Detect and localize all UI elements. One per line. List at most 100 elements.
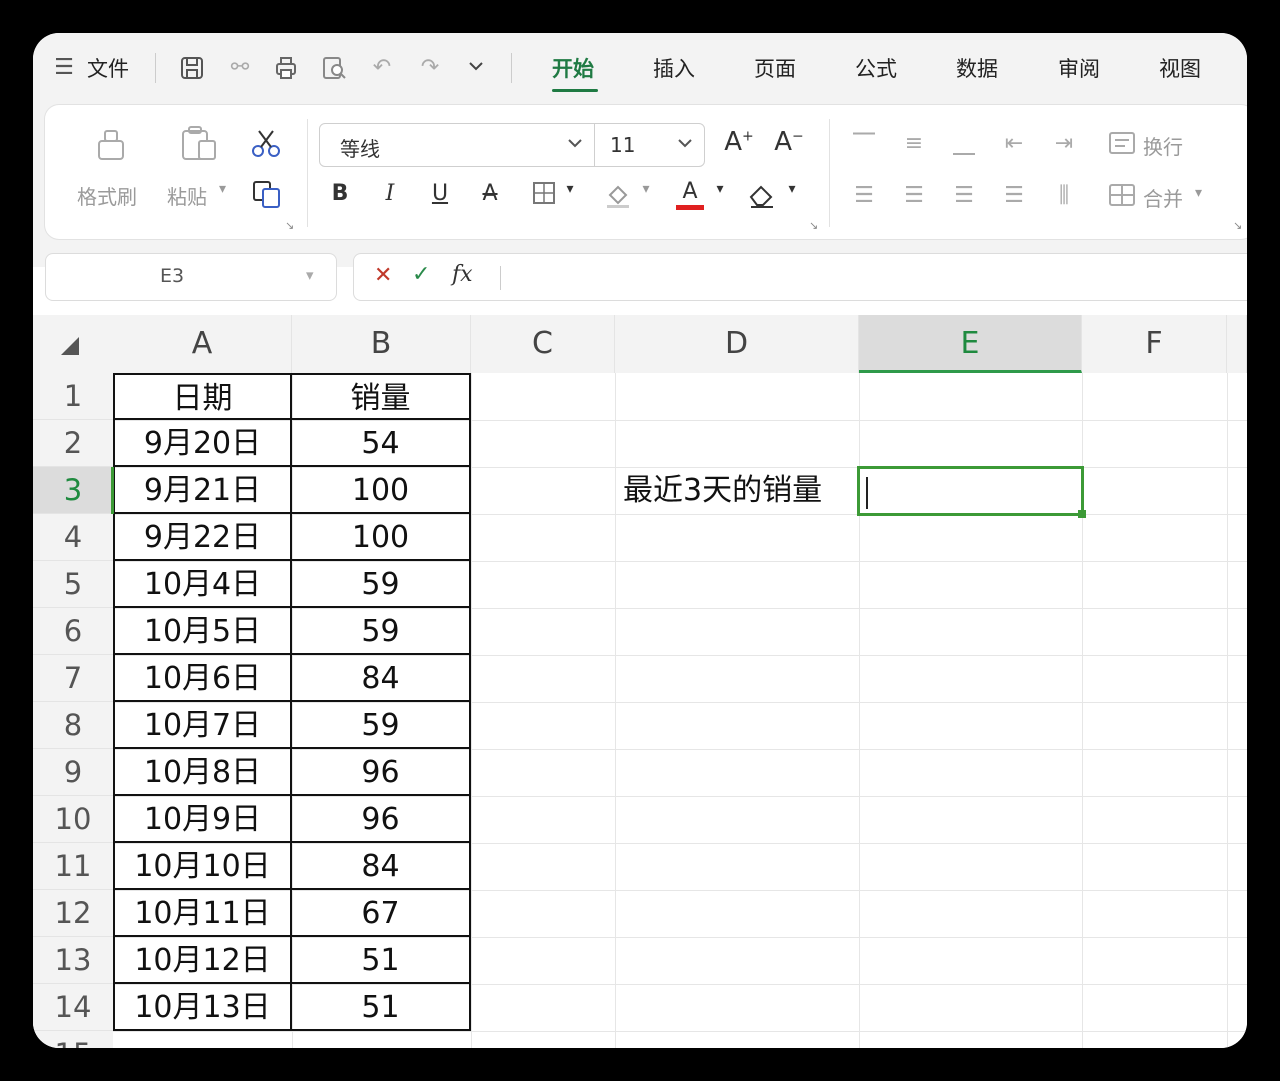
table-cell[interactable]: 100: [292, 467, 471, 514]
row-header-15[interactable]: 15: [33, 1031, 113, 1048]
format-painter-icon[interactable]: [91, 127, 131, 169]
format-painter-button[interactable]: 格式刷: [77, 181, 137, 210]
chevron-down-icon[interactable]: ▾: [705, 181, 735, 197]
font-color-icon[interactable]: A: [675, 181, 705, 210]
cancel-icon[interactable]: ✕: [374, 263, 392, 288]
sheet-grid[interactable]: ABCDEF123456789101112131415日期销量9月20日549月…: [33, 315, 1247, 1048]
column-header-b[interactable]: B: [292, 315, 471, 373]
merge-button[interactable]: 合并: [1143, 183, 1183, 212]
chevron-down-icon[interactable]: ▾: [555, 181, 585, 197]
table-header-cell[interactable]: 销量: [292, 373, 471, 420]
column-header-d[interactable]: D: [615, 315, 859, 373]
row-header-13[interactable]: 13: [33, 937, 113, 984]
table-cell[interactable]: 10月5日: [113, 608, 292, 655]
wrap-text-button[interactable]: 换行: [1143, 131, 1183, 160]
italic-icon[interactable]: I: [375, 181, 405, 206]
row-header-12[interactable]: 12: [33, 890, 113, 937]
tab-page[interactable]: 页面: [754, 53, 796, 83]
table-cell[interactable]: 9月20日: [113, 420, 292, 467]
align-left-icon[interactable]: ☰: [849, 183, 879, 208]
increase-font-icon[interactable]: A+: [721, 127, 757, 157]
confirm-icon[interactable]: ✓: [412, 262, 430, 287]
chevron-down-icon[interactable]: ▾: [1195, 185, 1202, 201]
align-middle-icon[interactable]: ≡: [899, 131, 929, 156]
font-settings-icon[interactable]: ↘: [809, 219, 818, 232]
chevron-down-icon[interactable]: [566, 134, 584, 156]
merge-cells-icon[interactable]: [1105, 181, 1139, 215]
table-cell[interactable]: 10月13日: [113, 984, 292, 1031]
column-header-a[interactable]: A: [113, 315, 292, 373]
table-cell[interactable]: 9月21日: [113, 467, 292, 514]
tab-insert[interactable]: 插入: [653, 53, 695, 83]
table-cell[interactable]: 84: [292, 843, 471, 890]
menu-icon[interactable]: ☰: [51, 55, 77, 81]
clipboard-settings-icon[interactable]: ↘: [285, 219, 294, 232]
table-cell[interactable]: 10月6日: [113, 655, 292, 702]
tab-formula[interactable]: 公式: [855, 53, 897, 83]
table-cell[interactable]: 84: [292, 655, 471, 702]
chevron-down-icon[interactable]: ▾: [631, 181, 661, 197]
copy-icon[interactable]: [251, 179, 285, 217]
column-header-next[interactable]: [1227, 315, 1247, 373]
table-cell[interactable]: 54: [292, 420, 471, 467]
row-header-5[interactable]: 5: [33, 561, 113, 608]
increase-indent-icon[interactable]: ⇥: [1049, 131, 1079, 156]
alignment-settings-icon[interactable]: ↘: [1233, 219, 1242, 232]
scissors-icon[interactable]: [249, 129, 283, 165]
align-right-icon[interactable]: ☰: [949, 183, 979, 208]
tab-data[interactable]: 数据: [956, 53, 998, 83]
underline-icon[interactable]: U: [425, 181, 455, 206]
table-cell[interactable]: 59: [292, 561, 471, 608]
save-icon[interactable]: [179, 55, 205, 81]
chevron-down-icon[interactable]: ▾: [777, 181, 807, 197]
decrease-indent-icon[interactable]: ⇤: [999, 131, 1029, 156]
align-center-icon[interactable]: ☰: [899, 183, 929, 208]
fill-handle[interactable]: [1078, 510, 1086, 518]
row-header-3[interactable]: 3: [33, 467, 113, 514]
table-cell[interactable]: 9月22日: [113, 514, 292, 561]
print-icon[interactable]: [273, 55, 299, 81]
chevron-down-icon[interactable]: [676, 134, 694, 156]
table-header-cell[interactable]: 日期: [113, 373, 292, 420]
column-header-f[interactable]: F: [1082, 315, 1227, 373]
table-cell[interactable]: 10月7日: [113, 702, 292, 749]
paste-button[interactable]: 粘贴: [167, 181, 207, 210]
row-header-8[interactable]: 8: [33, 702, 113, 749]
table-cell[interactable]: 10月4日: [113, 561, 292, 608]
align-bottom-icon[interactable]: ⎽: [949, 131, 979, 156]
function-icon[interactable]: fx: [452, 262, 473, 287]
table-cell[interactable]: 100: [292, 514, 471, 561]
print-preview-icon[interactable]: [321, 55, 347, 81]
wrap-text-icon[interactable]: [1105, 129, 1139, 163]
cell-d3-label[interactable]: 最近3天的销量: [623, 467, 822, 514]
row-header-7[interactable]: 7: [33, 655, 113, 702]
link-icon[interactable]: ⚯: [227, 55, 253, 81]
chevron-down-icon[interactable]: [463, 55, 489, 81]
table-cell[interactable]: 10月8日: [113, 749, 292, 796]
row-header-6[interactable]: 6: [33, 608, 113, 655]
tab-review[interactable]: 审阅: [1058, 53, 1100, 83]
select-all-corner[interactable]: [33, 315, 113, 373]
row-header-14[interactable]: 14: [33, 984, 113, 1031]
table-cell[interactable]: 10月9日: [113, 796, 292, 843]
row-header-10[interactable]: 10: [33, 796, 113, 843]
tab-view[interactable]: 视图: [1159, 53, 1201, 83]
chevron-down-icon[interactable]: ▾: [306, 266, 314, 284]
fill-color-icon[interactable]: [603, 181, 633, 215]
redo-icon[interactable]: ↷: [417, 55, 443, 81]
decrease-font-icon[interactable]: A−: [771, 127, 807, 157]
eraser-icon[interactable]: [747, 181, 777, 215]
table-cell[interactable]: 51: [292, 984, 471, 1031]
table-cell[interactable]: 96: [292, 749, 471, 796]
align-top-icon[interactable]: ⎺: [849, 131, 879, 156]
active-cell-e3[interactable]: [857, 466, 1084, 516]
table-cell[interactable]: 96: [292, 796, 471, 843]
distribute-icon[interactable]: ⫼: [1049, 183, 1079, 208]
row-header-11[interactable]: 11: [33, 843, 113, 890]
justify-icon[interactable]: ☰: [999, 183, 1029, 208]
column-header-c[interactable]: C: [471, 315, 615, 373]
file-menu[interactable]: 文件: [87, 53, 129, 83]
table-cell[interactable]: 51: [292, 937, 471, 984]
strikethrough-icon[interactable]: A: [475, 181, 505, 206]
name-box[interactable]: E3 ▾: [45, 253, 337, 301]
